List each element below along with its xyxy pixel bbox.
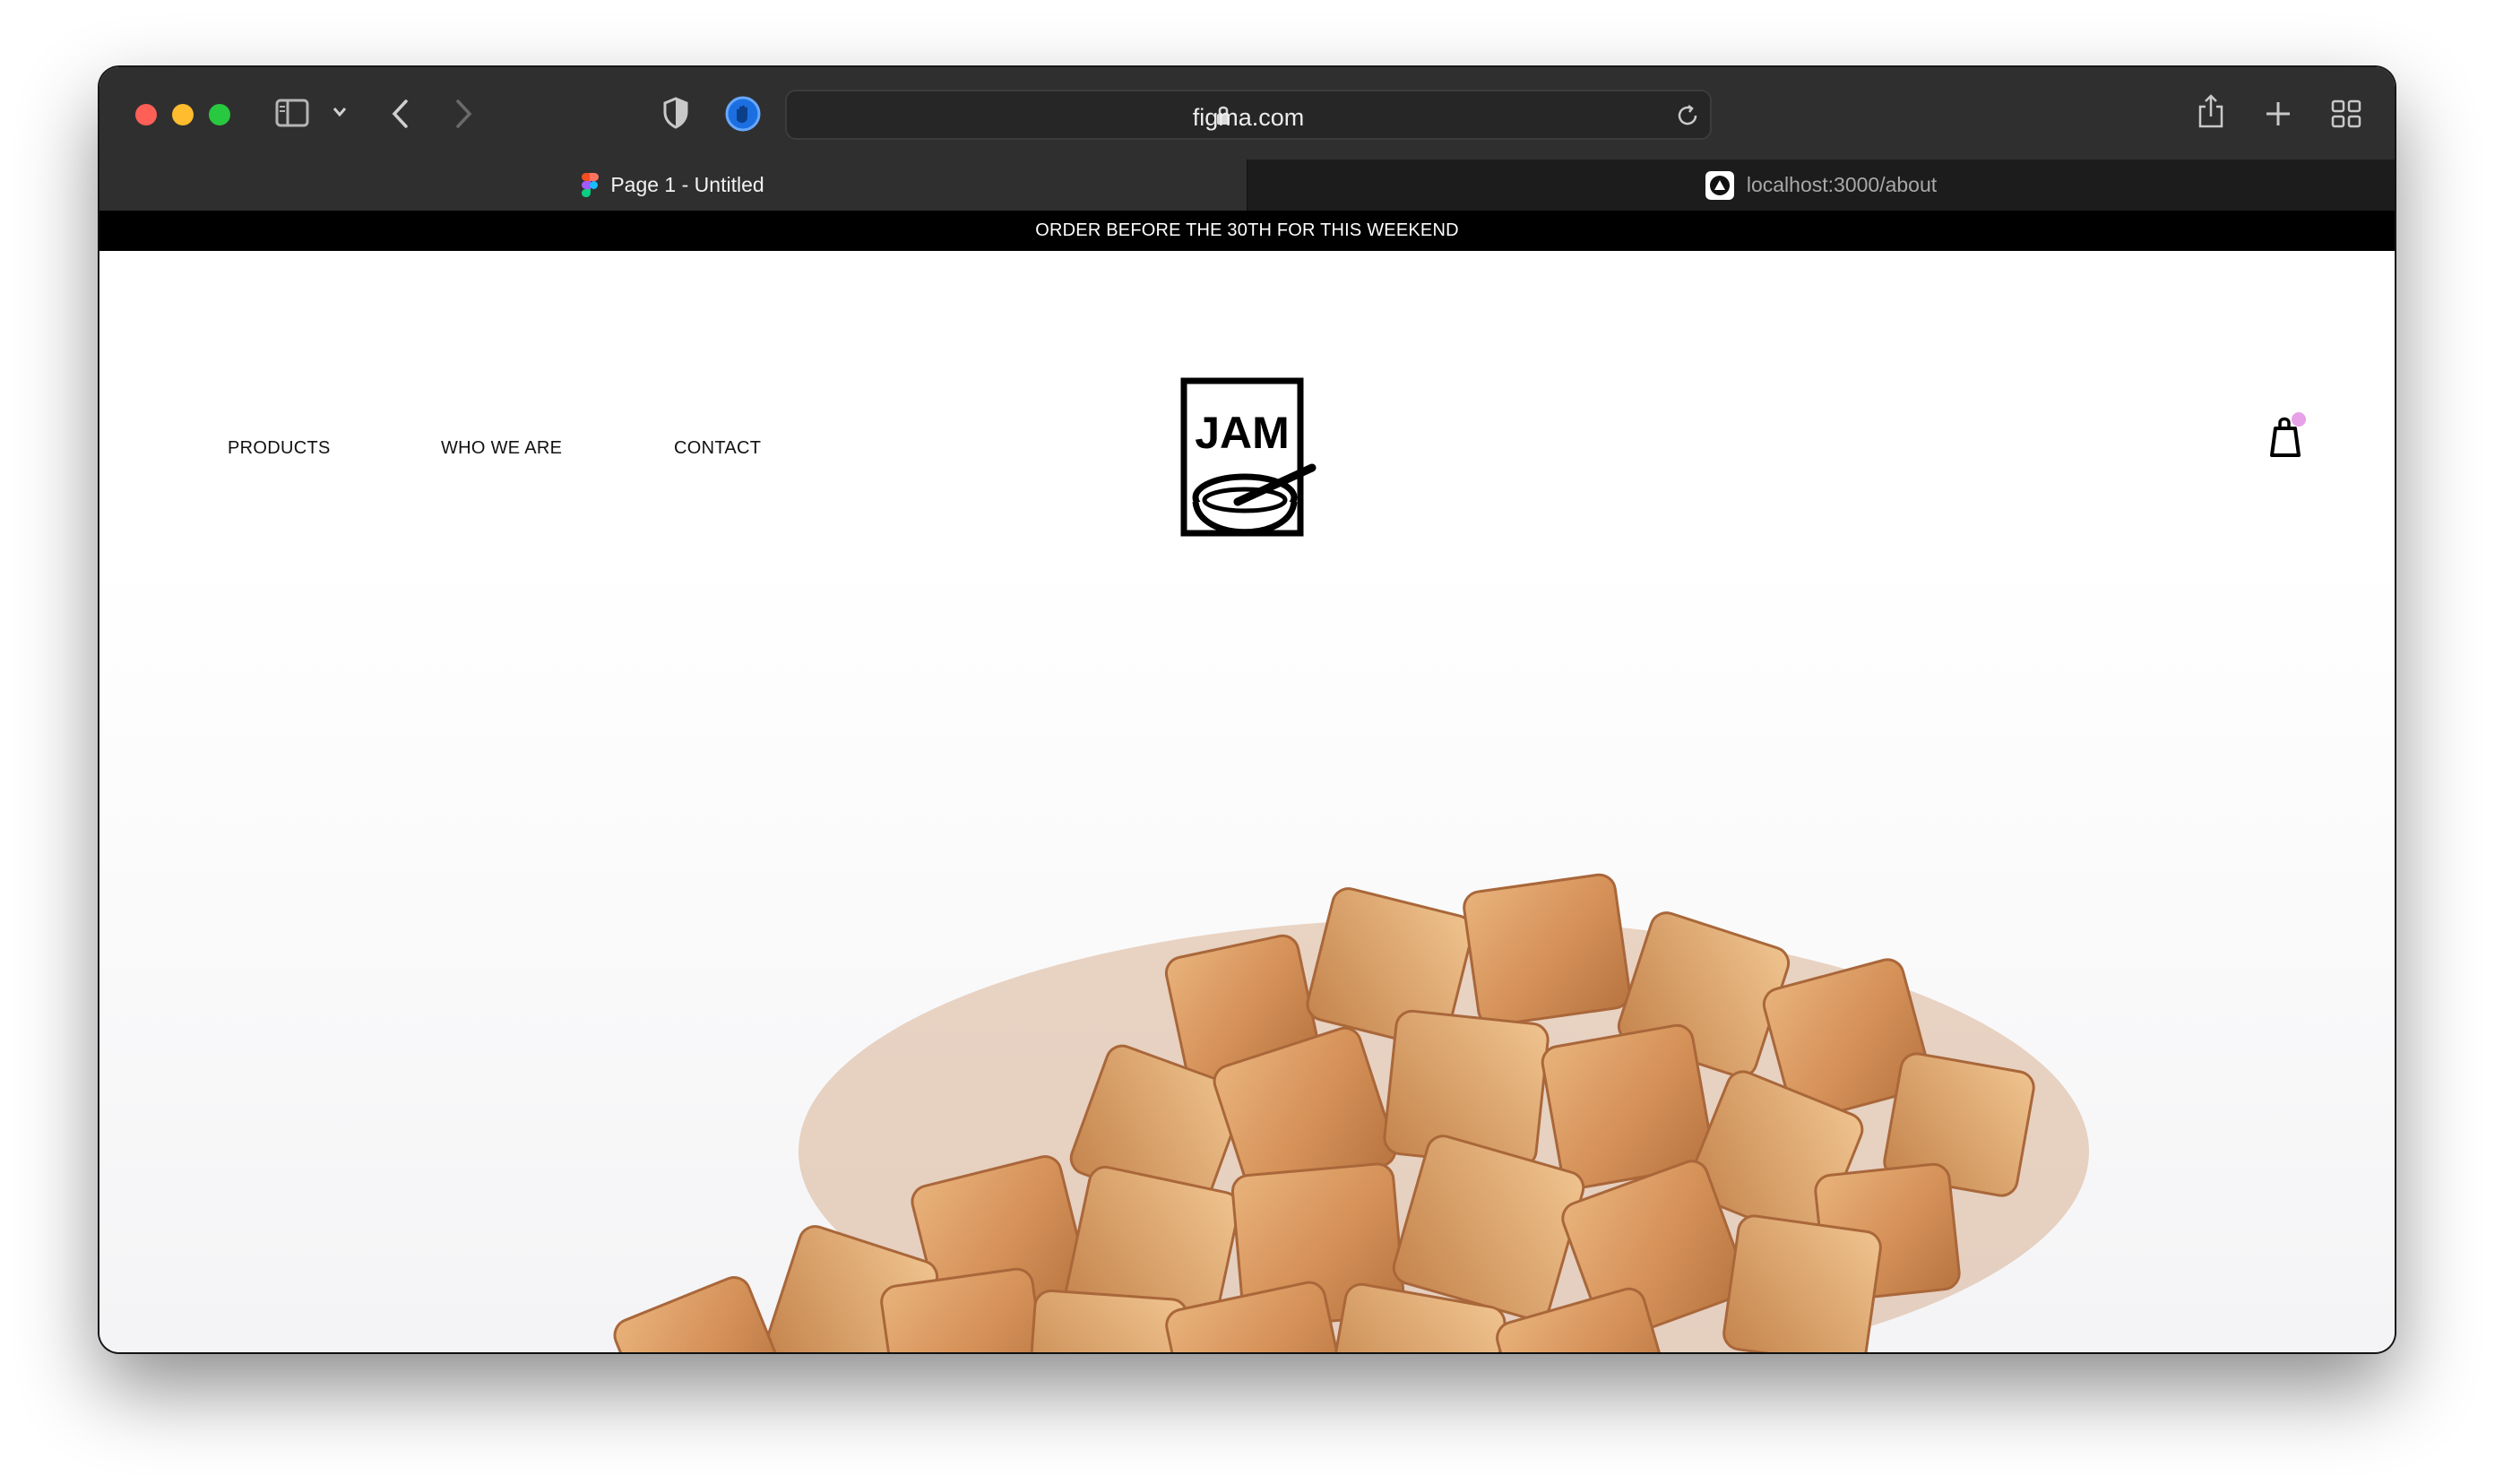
- logo-text: JAM: [1195, 408, 1290, 458]
- announcement-bar: ORDER BEFORE THE 30TH FOR THIS WEEKEND: [99, 211, 2395, 251]
- figma-icon: [582, 173, 600, 197]
- extension-icon[interactable]: [725, 96, 761, 132]
- tab-label: Page 1 - Untitled: [610, 173, 764, 196]
- new-tab-icon[interactable]: [2265, 100, 2292, 127]
- cereal-hero-image: [548, 793, 2161, 1352]
- minimize-window-button[interactable]: [172, 104, 194, 125]
- tab-label: localhost:3000/about: [1746, 173, 1938, 196]
- browser-window: figma.com Page 1 - Untitled localhost:30…: [99, 67, 2395, 1352]
- back-icon[interactable]: [390, 99, 410, 129]
- nav-who-we-are-link[interactable]: WHO WE ARE: [441, 438, 562, 459]
- cart-badge: [2292, 412, 2306, 427]
- close-window-button[interactable]: [135, 104, 157, 125]
- chevron-down-icon[interactable]: [332, 106, 348, 118]
- sidebar-icon[interactable]: [275, 99, 309, 127]
- tab-overview-icon[interactable]: [2331, 99, 2361, 128]
- tab-localhost[interactable]: localhost:3000/about: [1247, 160, 2395, 211]
- share-icon[interactable]: [2197, 92, 2225, 130]
- url-text: figma.com: [1192, 104, 1305, 131]
- shield-icon[interactable]: [662, 97, 689, 129]
- web-page: ORDER BEFORE THE 30TH FOR THIS WEEKEND P…: [99, 211, 2395, 1352]
- nav-products-link[interactable]: PRODUCTS: [228, 438, 331, 459]
- browser-toolbar: figma.com: [99, 67, 2395, 160]
- reload-icon[interactable]: [1674, 102, 1701, 134]
- zoom-window-button[interactable]: [209, 104, 230, 125]
- forward-icon[interactable]: [454, 99, 474, 129]
- triangle-icon: [1705, 170, 1734, 200]
- address-bar[interactable]: figma.com: [785, 90, 1712, 140]
- nav-contact-link[interactable]: CONTACT: [674, 438, 761, 459]
- tab-bar: Page 1 - Untitled localhost:3000/about: [99, 160, 2395, 211]
- tab-figma[interactable]: Page 1 - Untitled: [99, 160, 1247, 211]
- cart-button[interactable]: [2266, 412, 2311, 463]
- jam-logo[interactable]: JAM: [1179, 376, 1323, 560]
- shopping-bag-icon: [2270, 412, 2306, 457]
